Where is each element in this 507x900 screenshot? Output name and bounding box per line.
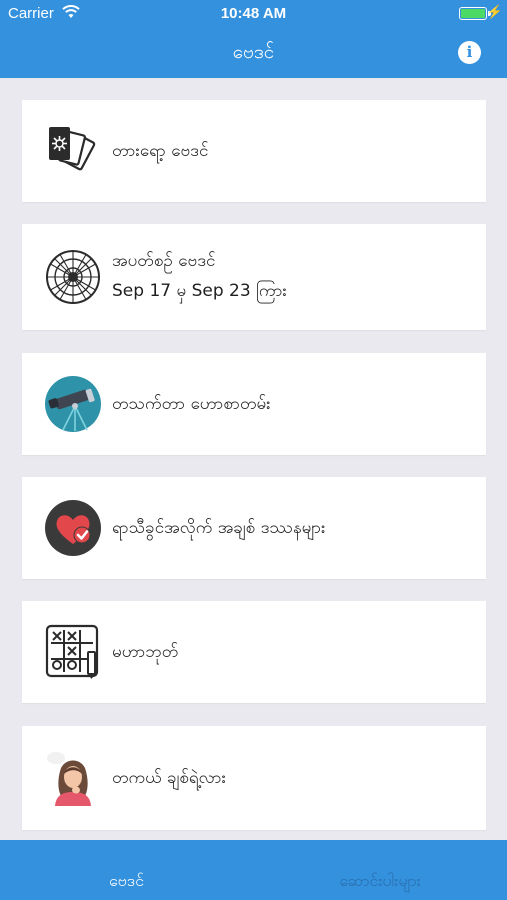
heart-check-icon [45, 500, 101, 556]
menu-item-label: မဟာဘုတ် [112, 642, 179, 662]
clock: 10:48 AM [220, 5, 287, 22]
weekly-title: အပတ်စဉ် ဗေဒင် [112, 251, 216, 271]
zodiac-wheel-icon [46, 250, 100, 304]
menu-item-zodiac-love[interactable]: ရာသီခွင်အလိုက် အချစ် ဒဿနများ [22, 477, 486, 579]
menu-list: တားရော့ ဗေဒင် အပတ်စဉ် ဗေဒင် Sep 17 မှ Se… [0, 78, 507, 840]
menu-item-label: တကယ် ချစ်ရဲ့လား [112, 768, 226, 788]
menu-item-really-love[interactable]: တကယ် ချစ်ရဲ့လား [22, 726, 486, 830]
battery-icon [459, 7, 487, 20]
menu-item-label: အပတ်စဉ် ဗေဒင် Sep 17 မှ Sep 23 ကြား [112, 246, 287, 306]
weekly-date-range: Sep 17 မှ Sep 23 ကြား [112, 281, 287, 301]
thinking-woman-icon [47, 752, 91, 806]
menu-item-weekly-horoscope[interactable]: အပတ်စဉ် ဗေဒင် Sep 17 မှ Sep 23 ကြား [22, 224, 486, 330]
status-bar: Carrier 10:48 AM ⚡ [0, 0, 507, 28]
menu-item-maha-bote[interactable]: မဟာဘုတ် [22, 601, 486, 703]
menu-item-label: ရာသီခွင်အလိုက် အချစ် ဒဿနများ [112, 518, 326, 538]
info-icon[interactable]: i [458, 41, 481, 64]
menu-item-lifetime-fortune[interactable]: တသက်တာ ဟောစာတမ်း [22, 353, 486, 455]
menu-item-label: တားရော့ ဗေဒင် [112, 141, 209, 161]
tab-horoscope[interactable]: ဗေဒင် [0, 870, 253, 894]
tic-tac-toe-icon [45, 624, 99, 679]
tab-articles[interactable]: ဆောင်းပါးများ [253, 870, 507, 894]
tab-bar: ဗေဒင် ဆောင်းပါးများ [0, 840, 507, 900]
telescope-icon [45, 376, 101, 432]
menu-item-tarot[interactable]: တားရော့ ဗေဒင် [22, 100, 486, 202]
tarot-cards-icon [49, 127, 96, 171]
navigation-bar: ဗေဒင် i [0, 28, 507, 78]
page-title: ဗေဒင် [232, 41, 275, 63]
menu-item-label: တသက်တာ ဟောစာတမ်း [112, 394, 271, 414]
charging-bolt-icon: ⚡ [486, 4, 503, 19]
